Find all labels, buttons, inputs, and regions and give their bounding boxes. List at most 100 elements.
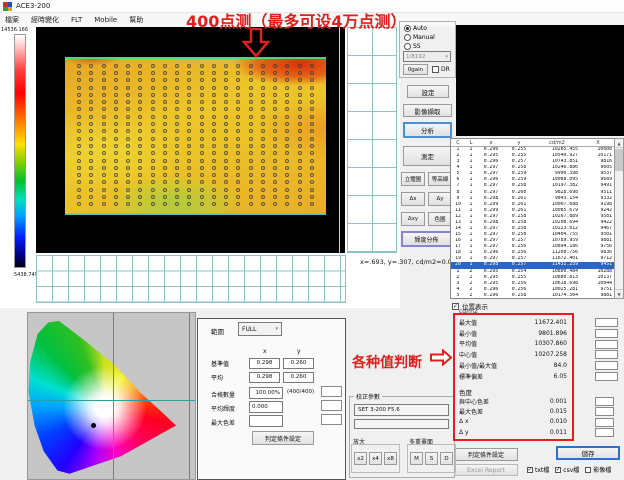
reference-x-field[interactable]: 0.298 [249, 372, 280, 383]
measure-point [151, 144, 155, 148]
position-display-checkbox[interactable]: ✓ [452, 303, 459, 310]
measure-point [114, 71, 118, 75]
capture-radio-manual[interactable]: Manual [404, 33, 452, 42]
measure-point [249, 64, 253, 68]
shutter-dropdown[interactable]: 1/8192 ▾ [403, 51, 451, 62]
tool-pair-buttons: 立體圖等高線ΔxΔyΔxy色圖 [401, 172, 452, 232]
avg-lum-field[interactable]: 0.000 [249, 401, 283, 413]
measure-point [224, 129, 228, 133]
measure-point [249, 100, 253, 104]
judge-result-box [595, 372, 618, 381]
range-dropdown[interactable]: FULL ▾ [238, 322, 282, 336]
max-colordiff-field[interactable] [249, 415, 283, 427]
dr-checkbox-row[interactable]: DR [432, 66, 450, 73]
export-format-checks: ✓txt檔 ✓csv檔影像檔 [527, 465, 611, 474]
measure-point [298, 78, 302, 82]
calibration-value-field2[interactable] [354, 419, 449, 429]
measure-point [212, 180, 216, 184]
calibration-value-field[interactable]: SET 3-200 F5.6 [354, 404, 449, 416]
capture-radio-auto[interactable]: Auto [404, 24, 452, 33]
tool-button-[interactable]: 立體圖 [401, 172, 425, 186]
measurement-image-area[interactable] [36, 27, 345, 253]
measure-point [249, 86, 253, 90]
capture-radio-ss[interactable]: SS [404, 42, 452, 51]
tool-button-xy[interactable]: Δxy [401, 212, 425, 226]
measure-point [77, 78, 81, 82]
dr-checkbox[interactable] [432, 66, 439, 73]
measure-point [102, 122, 106, 126]
analyze-button[interactable]: 分析 [403, 122, 452, 138]
zoom-button-x4[interactable]: x4 [369, 452, 382, 465]
checkbox-icon[interactable]: ✓ [555, 467, 561, 473]
menu-item-4[interactable]: 幫助 [129, 15, 143, 25]
tool-button-[interactable]: 色圖 [428, 212, 452, 226]
range-judge-condition-button[interactable]: 判定條件設定 [252, 431, 314, 445]
stat-label: 中心值 [459, 350, 477, 359]
stat-row: 最大值11672.401 [459, 317, 567, 328]
tool-button-x[interactable]: Δx [401, 192, 425, 206]
table-scrollbar[interactable]: ▲ ▼ [614, 138, 624, 299]
measure-point [175, 202, 179, 206]
measure-point [89, 122, 93, 126]
radio-label: SS [413, 43, 421, 50]
scroll-down-button[interactable]: ▼ [615, 289, 623, 298]
judge-condition-button[interactable]: 判定條件設定 [454, 448, 518, 461]
multiscreen-button-d[interactable]: D [440, 452, 453, 465]
measure-point [261, 159, 265, 163]
reference-x-field[interactable]: 0.298 [249, 358, 280, 369]
table-row[interactable]: 520.2960.25810174.5649881 [451, 293, 623, 297]
save-button[interactable]: 儲存 [556, 446, 620, 460]
annotation-down-arrow-icon [242, 28, 270, 58]
measure-point [200, 202, 204, 206]
checkbox-icon[interactable]: ✓ [527, 467, 533, 473]
app-icon [3, 2, 12, 11]
scroll-up-button[interactable]: ▲ [615, 139, 623, 148]
measure-button[interactable]: 測定 [403, 146, 452, 166]
measure-point [77, 180, 81, 184]
table-header-cell: cd/m2 [533, 140, 581, 146]
measure-point [273, 129, 277, 133]
luminance-distribution-button[interactable]: 輝度分佈 [401, 231, 452, 247]
colorbar-max-value: 14536.166 [1, 27, 28, 33]
menu-item-0[interactable]: 檔案 [5, 15, 19, 25]
reference-y-field[interactable]: 0.260 [283, 358, 314, 369]
scrollbar-thumb[interactable] [615, 149, 623, 171]
measure-point [114, 144, 118, 148]
measure-point [151, 71, 155, 75]
excel-report-button[interactable]: Excel Report [454, 464, 518, 476]
zoom-button-x8[interactable]: x8 [384, 452, 397, 465]
menu-item-2[interactable]: FLT [71, 16, 82, 24]
measure-point [236, 86, 240, 90]
measure-point [236, 159, 240, 163]
tool-button-[interactable]: 等高線 [428, 172, 452, 186]
range-value: FULL [242, 326, 257, 333]
menu-item-3[interactable]: Mobile [94, 16, 117, 24]
pass-count-field[interactable]: 100.00% [249, 387, 283, 399]
menu-item-1[interactable]: 經時變化 [31, 15, 59, 25]
measure-point [151, 122, 155, 126]
export-check-csv[interactable]: ✓csv檔 [555, 465, 579, 474]
measure-point [212, 202, 216, 206]
measure-point [187, 166, 191, 170]
image-capture-button[interactable]: 影像擷取 [403, 104, 452, 117]
export-check-[interactable]: 影像檔 [585, 465, 611, 474]
export-check-txt[interactable]: ✓txt檔 [527, 465, 549, 474]
measure-point [212, 86, 216, 90]
judge-result-box [595, 428, 614, 437]
zoom-button-x2[interactable]: x2 [354, 452, 367, 465]
measure-point [126, 115, 130, 119]
zero-gain-button[interactable]: 0gain [403, 64, 428, 75]
measure-point [285, 100, 289, 104]
annotation-points-note: 400点测（最多可设4万点测） [186, 8, 407, 32]
checkbox-icon[interactable] [585, 467, 591, 473]
settings-button[interactable]: 設定 [407, 85, 449, 98]
reference-y-field[interactable]: 0.260 [283, 372, 314, 383]
tool-button-y[interactable]: Δy [428, 192, 452, 206]
luminance-heatmap[interactable] [65, 57, 326, 215]
multiscreen-buttons: MSD [410, 452, 453, 465]
measure-point [285, 78, 289, 82]
multiscreen-button-m[interactable]: M [410, 452, 423, 465]
measure-point [236, 188, 240, 192]
measure-point [212, 71, 216, 75]
multiscreen-button-s[interactable]: S [425, 452, 438, 465]
